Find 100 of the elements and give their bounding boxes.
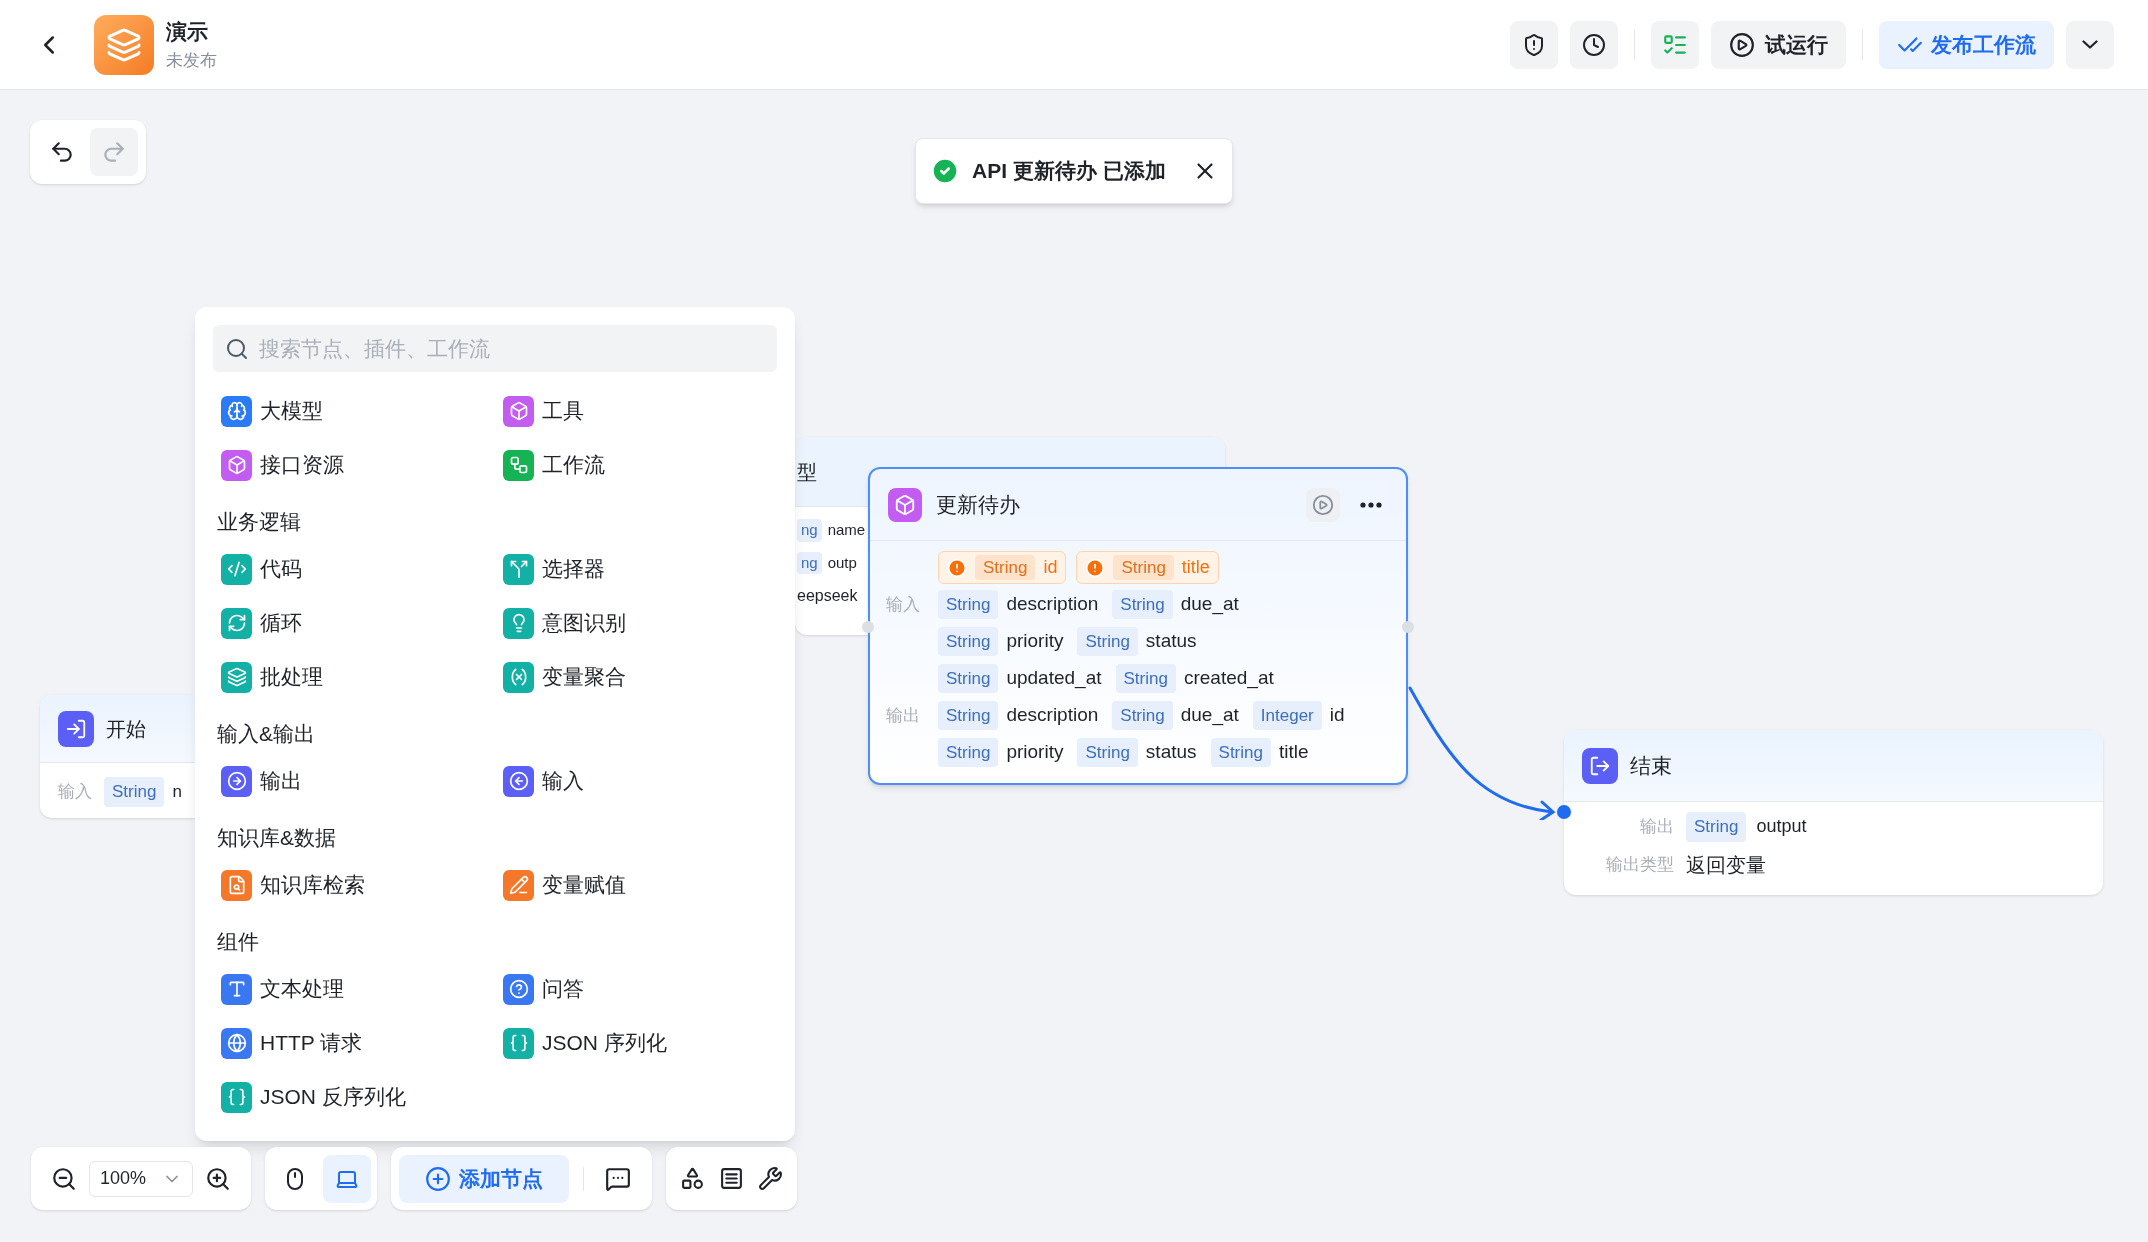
shield-button[interactable] [1510, 20, 1558, 69]
node-item[interactable]: 工具 [495, 384, 777, 438]
type-tag: String [1112, 589, 1173, 620]
wrench-icon [758, 1166, 783, 1191]
app-title: 演示 [166, 19, 209, 45]
type-tag: String [938, 663, 999, 694]
type-tag: String [1077, 737, 1138, 768]
menu-button[interactable] [719, 1166, 744, 1191]
param-name: priority [1006, 740, 1064, 765]
node-title: 开始 [106, 716, 146, 742]
type-tag: String [1112, 700, 1173, 731]
param-name: description [1006, 703, 1099, 728]
type-tag: ng [797, 519, 822, 542]
param-name: updated_at [1006, 666, 1102, 691]
menu-icon [719, 1166, 744, 1191]
section-title: 知识库&数据 [216, 825, 336, 852]
node-item[interactable]: 代码 [213, 542, 495, 596]
publish-status: 未发布 [166, 49, 217, 72]
type-tag: String [938, 626, 999, 657]
node-item[interactable]: 工作流 [495, 438, 777, 492]
type-tag: String [938, 737, 999, 768]
type-tag: String [1113, 554, 1174, 581]
zoom-out-button[interactable] [51, 1165, 77, 1192]
node-item[interactable]: 选择器 [495, 542, 777, 596]
search-icon [225, 337, 249, 361]
toast-message: API 更新待办 已添加 [972, 158, 1166, 185]
type-tag: String [1115, 663, 1176, 694]
shapes-button[interactable] [680, 1166, 705, 1191]
param-name: description [1006, 592, 1099, 617]
publish-button[interactable]: 发布工作流 [1879, 20, 2054, 69]
type-tag: String [104, 777, 165, 807]
end-icon [1582, 747, 1618, 784]
node-title: 型 [797, 459, 817, 485]
node-item[interactable]: 输出 [213, 754, 495, 808]
node-item[interactable]: 批处理 [213, 650, 495, 704]
play-icon [1312, 493, 1334, 516]
shield-icon [1522, 32, 1546, 57]
warning-icon [1085, 557, 1106, 578]
run-button[interactable] [1306, 487, 1340, 522]
param-name: created_at [1183, 666, 1274, 691]
param-name: due_at [1180, 703, 1239, 728]
type-tag: String [1686, 812, 1747, 842]
search-field[interactable]: 搜索节点、插件、工作流 [213, 325, 777, 372]
node-item[interactable]: JSON 反序列化 [213, 1070, 495, 1124]
node-item[interactable]: HTTP 请求 [213, 1016, 495, 1070]
param-label: 输出 [1639, 816, 1674, 838]
param-name: name [827, 520, 866, 540]
node-item[interactable]: 知识库检索 [213, 858, 495, 912]
chevron-down-icon [2082, 40, 2098, 49]
node-item[interactable]: 问答 [495, 962, 777, 1016]
param-name: status [1145, 740, 1197, 765]
wrench-button[interactable] [758, 1166, 783, 1191]
param-name: outp [827, 552, 857, 573]
type-tag: String [1077, 626, 1138, 657]
shapes-icon [680, 1166, 705, 1191]
type-tag: String [938, 700, 999, 731]
node-item[interactable]: 意图识别 [495, 596, 777, 650]
zoom-out-icon [51, 1165, 77, 1192]
param-name: status [1145, 629, 1197, 654]
param-name: priority [1006, 629, 1064, 654]
history-button[interactable] [1570, 20, 1618, 69]
add-node-button[interactable]: 添加节点 [399, 1154, 569, 1203]
node-item[interactable]: 变量聚合 [495, 650, 777, 704]
section-title: 输入&输出 [216, 721, 315, 748]
node-item[interactable]: 接口资源 [213, 438, 495, 492]
node-item[interactable]: 循环 [213, 596, 495, 650]
model-name: eepseek [797, 586, 858, 606]
test-run-button[interactable]: 试运行 [1711, 20, 1846, 69]
section-label: 输出 [886, 705, 920, 725]
output-type-value: 返回变量 [1686, 852, 1767, 878]
param-name: output [1756, 815, 1807, 839]
clock-icon [1582, 32, 1606, 57]
param-label: 输入 [58, 781, 92, 803]
ellipsis-icon [1360, 501, 1382, 508]
node-item[interactable]: JSON 序列化 [495, 1016, 777, 1070]
zoom-in-icon [205, 1165, 231, 1192]
param-name: due_at [1180, 592, 1239, 617]
param-name: id [1043, 556, 1058, 579]
section-label: 输入 [886, 594, 920, 614]
node-item[interactable]: 输入 [495, 754, 777, 808]
param-label: 输出类型 [1605, 853, 1674, 876]
section-title: 业务逻辑 [216, 509, 301, 536]
node-title: 更新待办 [936, 491, 1020, 518]
node-item[interactable]: 大模型 [213, 384, 495, 438]
zoom-select[interactable]: 100% [89, 1160, 193, 1197]
node-item[interactable]: 变量赋值 [495, 858, 777, 912]
type-tag: Integer [1252, 700, 1322, 731]
comment-icon [605, 1165, 631, 1192]
laptop-mode-button[interactable] [323, 1154, 371, 1203]
param-name: n [172, 781, 182, 803]
param-name: id [1329, 703, 1345, 728]
zoom-in-button[interactable] [205, 1165, 231, 1192]
list-button[interactable] [1651, 20, 1699, 69]
undo-icon [49, 139, 75, 165]
app-logo [94, 14, 154, 75]
node-item[interactable]: 文本处理 [213, 962, 495, 1016]
cube-icon [888, 487, 922, 522]
warning-icon [947, 557, 967, 578]
type-tag: String [1210, 737, 1271, 768]
redo-icon [101, 139, 127, 165]
